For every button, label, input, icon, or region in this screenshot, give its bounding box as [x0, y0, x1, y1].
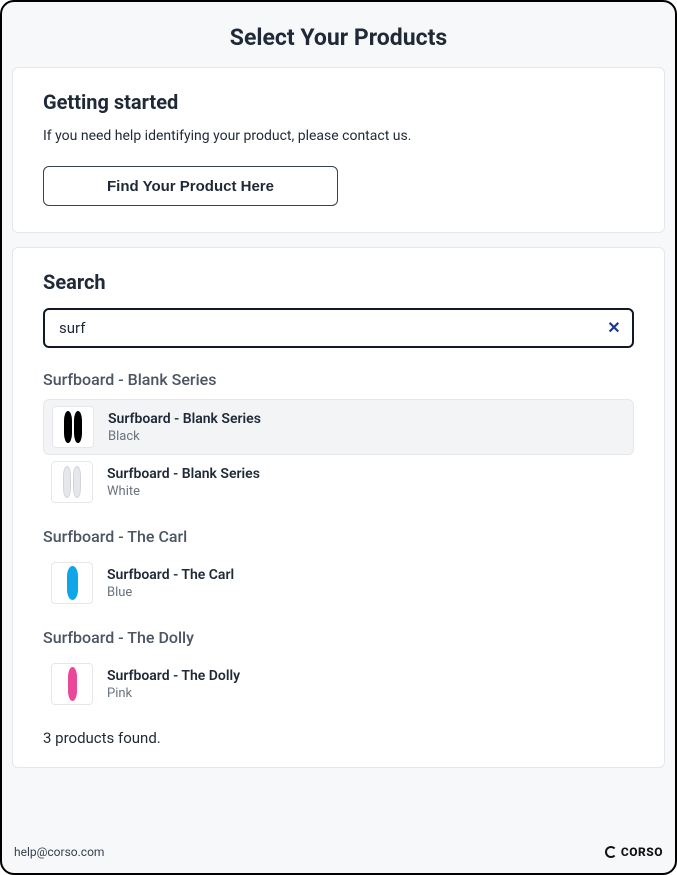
- app-frame: Select Your Products Getting started If …: [0, 0, 677, 875]
- result-group: Surfboard - The Dolly Surfboard - The Do…: [43, 628, 634, 711]
- result-item-text: Surfboard - The Carl Blue: [107, 567, 234, 600]
- surfboard-icon: [73, 466, 81, 498]
- surfboard-icon: [68, 667, 77, 701]
- result-item-text: Surfboard - The Dolly Pink: [107, 668, 240, 701]
- getting-started-help-text: If you need help identifying your produc…: [43, 128, 634, 144]
- result-item-variant: Black: [108, 429, 261, 444]
- result-item[interactable]: Surfboard - The Dolly Pink: [43, 657, 634, 711]
- result-item[interactable]: Surfboard - The Carl Blue: [43, 556, 634, 610]
- result-group: Surfboard - Blank Series Surfboard - Bla…: [43, 370, 634, 509]
- surfboard-icon: [67, 566, 78, 600]
- product-thumbnail: [52, 406, 94, 448]
- product-thumbnail: [51, 663, 93, 705]
- product-thumbnail: [51, 461, 93, 503]
- result-item-variant: Blue: [107, 585, 234, 600]
- brand-logo: CORSO: [605, 845, 663, 859]
- result-item-variant: Pink: [107, 686, 240, 701]
- product-thumbnail: [51, 562, 93, 604]
- clear-search-button[interactable]: ✕: [600, 314, 628, 342]
- surfboard-icon: [64, 411, 72, 443]
- result-item-title: Surfboard - Blank Series: [107, 466, 260, 482]
- result-item-variant: White: [107, 484, 260, 499]
- result-group-label: Surfboard - The Carl: [43, 527, 634, 546]
- page-title: Select Your Products: [2, 2, 675, 67]
- search-heading: Search: [43, 270, 634, 294]
- surfboard-icon: [74, 411, 82, 443]
- close-icon: ✕: [607, 318, 620, 338]
- getting-started-card: Getting started If you need help identif…: [12, 67, 665, 233]
- footer: help@corso.com CORSO: [2, 831, 675, 873]
- footer-email[interactable]: help@corso.com: [14, 845, 104, 859]
- search-card: Search ✕ Surfboard - Blank Series Surfbo…: [12, 247, 665, 768]
- getting-started-heading: Getting started: [43, 90, 634, 114]
- result-item-text: Surfboard - Blank Series White: [107, 466, 260, 499]
- result-group-label: Surfboard - The Dolly: [43, 628, 634, 647]
- brand-name: CORSO: [621, 845, 663, 859]
- result-item-title: Surfboard - The Dolly: [107, 668, 240, 684]
- surfboard-icon: [63, 466, 71, 498]
- search-input-wrap: ✕: [43, 308, 634, 348]
- result-count: 3 products found.: [43, 729, 634, 747]
- result-group-label: Surfboard - Blank Series: [43, 370, 634, 389]
- result-item-text: Surfboard - Blank Series Black: [108, 411, 261, 444]
- result-item-title: Surfboard - The Carl: [107, 567, 234, 583]
- result-group: Surfboard - The Carl Surfboard - The Car…: [43, 527, 634, 610]
- brand-icon: [605, 846, 617, 858]
- result-item[interactable]: Surfboard - Blank Series Black: [43, 399, 634, 455]
- search-input[interactable]: [43, 308, 634, 348]
- result-item-title: Surfboard - Blank Series: [108, 411, 261, 427]
- find-product-button[interactable]: Find Your Product Here: [43, 166, 338, 206]
- result-item[interactable]: Surfboard - Blank Series White: [43, 455, 634, 509]
